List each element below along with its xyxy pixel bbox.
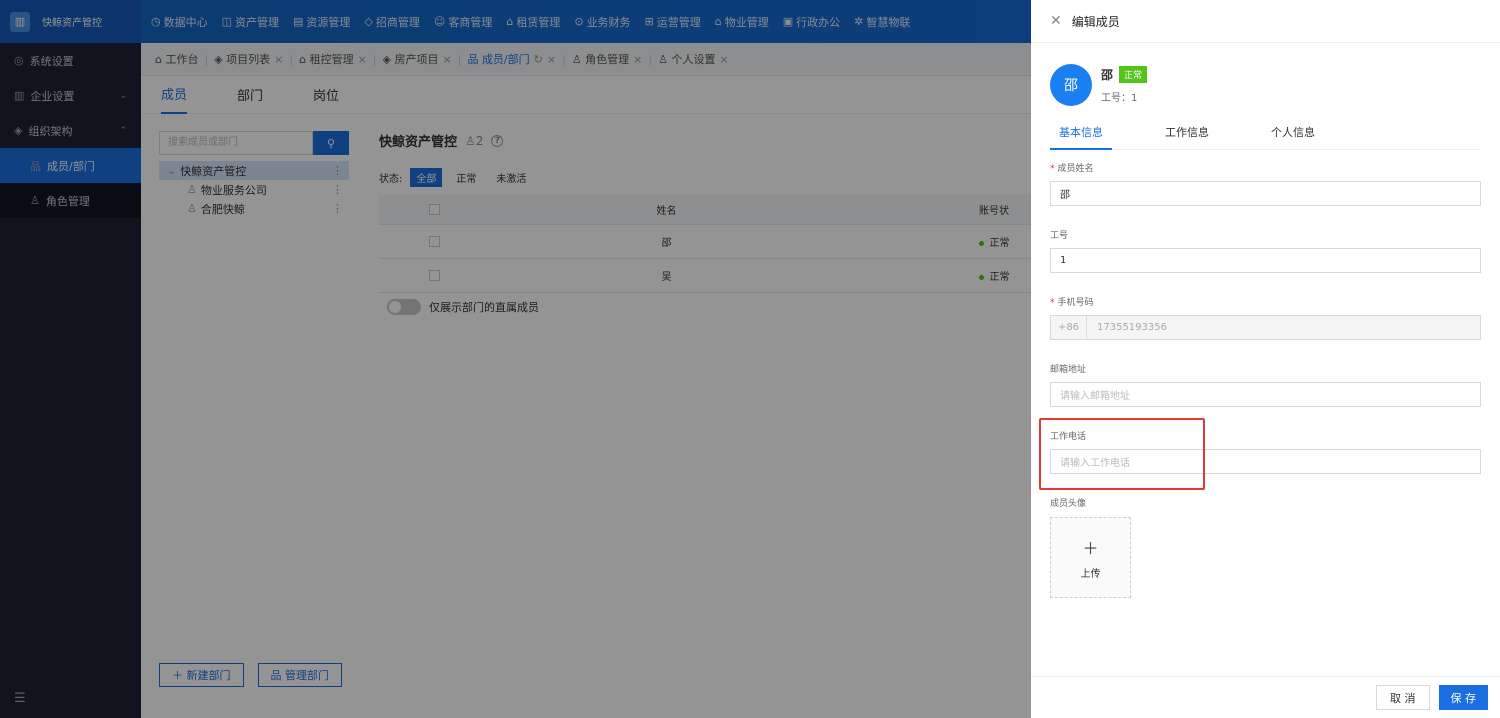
phone-field: +86 17355193356 (1050, 315, 1481, 340)
member-profile: 邵 邵正常 工号：1 (1050, 64, 1148, 106)
field-avatar: 成员头像 (1050, 499, 1087, 509)
plus-icon: ＋ (1082, 539, 1099, 558)
modal-overlay[interactable] (0, 0, 1031, 718)
close-icon[interactable]: ✕ (1050, 13, 1062, 29)
tab-basic-info[interactable]: 基本信息 (1050, 116, 1112, 150)
drawer-header: ✕ 编辑成员 (1031, 0, 1500, 43)
avatar: 邵 (1050, 64, 1092, 106)
email-field[interactable]: 请输入邮箱地址 (1050, 382, 1481, 407)
field-job-no: 工号 1 (1050, 228, 1481, 273)
member-job-no: 工号：1 (1101, 93, 1138, 104)
field-name: * 成员姓名 邵 (1050, 161, 1481, 206)
avatar-upload[interactable]: ＋ 上传 (1050, 517, 1131, 598)
job-no-field[interactable]: 1 (1050, 248, 1481, 273)
save-button[interactable]: 保 存 (1438, 685, 1488, 710)
name-field[interactable]: 邵 (1050, 181, 1481, 206)
drawer-tabs: 基本信息 工作信息 个人信息 (1050, 116, 1481, 150)
member-name: 邵 (1101, 68, 1114, 82)
drawer-footer: 取 消 保 存 (1031, 676, 1500, 718)
field-email: 邮箱地址 请输入邮箱地址 (1050, 362, 1481, 407)
tab-work-info[interactable]: 工作信息 (1156, 116, 1218, 150)
cancel-button[interactable]: 取 消 (1376, 685, 1430, 710)
drawer-title: 编辑成员 (1071, 14, 1120, 29)
tab-personal-info[interactable]: 个人信息 (1262, 116, 1324, 150)
phone-prefix: +86 (1051, 316, 1087, 339)
status-badge: 正常 (1119, 66, 1148, 83)
field-phone: * 手机号码 +86 17355193356 (1050, 295, 1481, 340)
edit-member-drawer: ✕ 编辑成员 邵 邵正常 工号：1 基本信息 工作信息 个人信息 * 成员姓名 邵… (1031, 0, 1500, 718)
highlight-box (1039, 418, 1205, 490)
